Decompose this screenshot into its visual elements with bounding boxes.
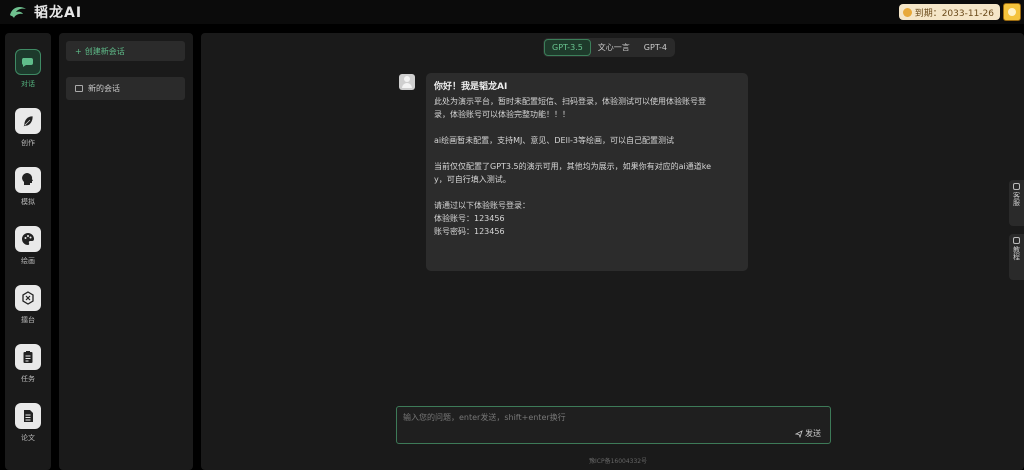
chat-main: GPT-3.5 文心一言 GPT-4 你好！我是韬龙AI 此处为演示平台，暂时未… (201, 33, 1024, 470)
nav-label: 绘画 (21, 257, 35, 265)
feather-icon (15, 108, 41, 134)
nav-label: 擂台 (21, 316, 35, 324)
message-line: 录，体验账号可以体验完整功能！！！ (434, 110, 570, 119)
send-icon (795, 429, 803, 438)
session-item[interactable]: 新的会话 (66, 77, 185, 100)
side-tab-support[interactable]: 客服 (1009, 180, 1024, 226)
chat-icon (75, 85, 83, 92)
tab-gpt-3-5[interactable]: GPT-3.5 (544, 39, 591, 56)
icp-footer[interactable]: 豫ICP备16004332号 (589, 456, 647, 465)
message-bubble: 你好！我是韬龙AI 此处为演示平台，暂时未配置短信、扫码登录，体验测试可以使用体… (426, 73, 748, 271)
session-label: 新的会话 (88, 84, 120, 93)
arena-icon (15, 285, 41, 311)
send-label: 发送 (805, 429, 821, 438)
message-line: y，可自行填入测试。 (434, 175, 511, 184)
session-panel: + 创建新会话 新的会话 (59, 33, 193, 470)
message-line: 当前仅仅配置了GPT3.5的演示可用，其他均为展示，如果你有对应的ai通道ke (434, 162, 712, 171)
message-line: 体验账号：123456 (434, 214, 505, 223)
dragon-logo-icon (10, 7, 26, 18)
nav-label: 对话 (21, 80, 35, 88)
tab-wenxin[interactable]: 文心一言 (591, 39, 637, 56)
app-name: 韬龙AI (34, 5, 83, 21)
new-session-button[interactable]: + 创建新会话 (66, 41, 185, 61)
plus-icon: + (75, 46, 82, 56)
message-line: 请通过以下体验账号登录： (434, 201, 530, 210)
nav-label: 论文 (21, 434, 35, 442)
document-icon (15, 403, 41, 429)
side-tab-label: 教程 (1012, 246, 1021, 260)
book-icon (1013, 237, 1020, 244)
expire-label: 到期：2033-11-26 (914, 8, 994, 19)
nav-item-simulate[interactable]: 模拟 (5, 167, 51, 207)
nav-label: 任务 (21, 375, 35, 383)
clipboard-icon (15, 344, 41, 370)
message-line: ai绘画暂未配置，支持MJ、意见、DEll-3等绘画，可以自己配置测试 (434, 136, 675, 145)
user-avatar[interactable] (1003, 3, 1021, 21)
side-tab-tutorial[interactable]: 教程 (1009, 234, 1024, 280)
left-nav: 对话 创作 模拟 绘画 擂台 任务 论文 (5, 33, 51, 470)
message-line: 账号密码：123456 (434, 227, 505, 236)
nav-label: 创作 (21, 139, 35, 147)
expire-badge[interactable]: 到期：2033-11-26 (898, 4, 1000, 20)
nav-item-arena[interactable]: 擂台 (5, 285, 51, 325)
send-button[interactable]: 发送 (795, 428, 821, 439)
nav-item-chat[interactable]: 对话 (5, 49, 51, 89)
logo[interactable]: 韬龙AI (8, 2, 82, 22)
tab-gpt-4[interactable]: GPT-4 (637, 39, 674, 56)
bot-avatar (399, 74, 415, 90)
nav-item-paper[interactable]: 论文 (5, 403, 51, 443)
message-title: 你好！我是韬龙AI (434, 82, 508, 92)
nav-item-tasks[interactable]: 任务 (5, 344, 51, 384)
coin-icon (902, 7, 912, 17)
message-line: 此处为演示平台，暂时未配置短信、扫码登录，体验测试可以使用体验账号登 (434, 97, 706, 106)
new-session-label: 创建新会话 (84, 46, 125, 56)
nav-item-paint[interactable]: 绘画 (5, 226, 51, 266)
nav-label: 模拟 (21, 198, 35, 206)
chat-bubble-icon (15, 49, 41, 75)
nav-item-create[interactable]: 创作 (5, 108, 51, 148)
head-icon (15, 167, 41, 193)
side-tab-label: 客服 (1012, 192, 1021, 206)
headset-icon (1013, 183, 1020, 190)
message-input-box: 发送 (396, 406, 831, 444)
model-tabs: GPT-3.5 文心一言 GPT-4 (543, 38, 675, 57)
message-input[interactable] (403, 412, 783, 426)
palette-icon (15, 226, 41, 252)
top-bar: 韬龙AI 到期：2033-11-26 (0, 0, 1024, 24)
